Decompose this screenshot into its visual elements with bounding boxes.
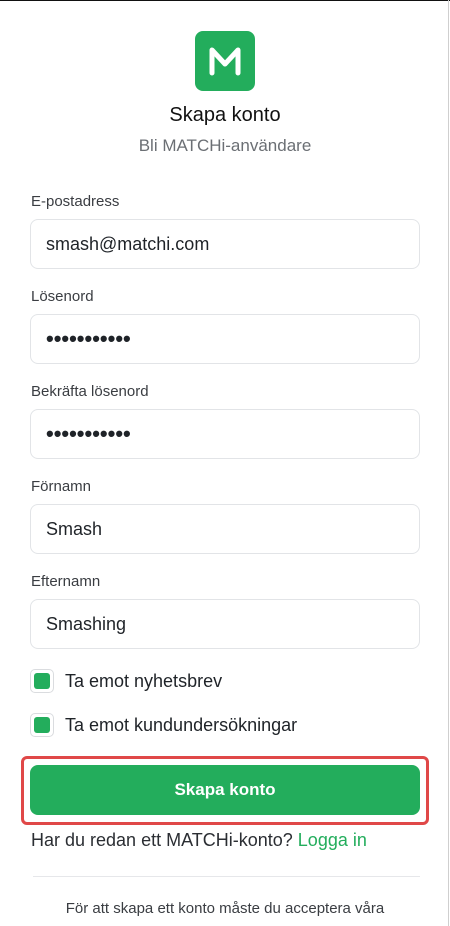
terms-text: För att skapa ett konto måste du accepte…	[65, 900, 385, 917]
page-subtitle: Bli MATCHi-användare	[138, 136, 312, 155]
create-account-button[interactable]: Skapa konto	[30, 765, 420, 815]
page-title: Skapa konto	[169, 104, 281, 126]
login-link[interactable]: Logga in	[298, 830, 367, 850]
surveys-label: Ta emot kundundersökningar	[65, 714, 298, 735]
top-border	[0, 0, 450, 1]
m-logo-icon	[209, 47, 241, 76]
email-field[interactable]: smash@matchi.com	[30, 219, 420, 269]
checkbox-checked-mark	[34, 673, 50, 689]
email-label: E-postadress	[31, 193, 120, 210]
newsletter-label: Ta emot nyhetsbrev	[65, 670, 223, 691]
first-name-field[interactable]: Smash	[30, 504, 420, 554]
confirm-password-field[interactable]: •••••••••••	[30, 409, 420, 459]
last-name-field[interactable]: Smashing	[30, 599, 420, 649]
newsletter-checkbox[interactable]	[30, 669, 54, 693]
login-prompt-text: Har du redan ett MATCHi-konto?	[31, 830, 293, 850]
newsletter-option[interactable]: Ta emot nyhetsbrev	[30, 669, 222, 693]
last-name-label: Efternamn	[31, 573, 101, 590]
password-label: Lösenord	[31, 288, 94, 305]
login-prompt: Har du redan ett MATCHi-konto? Logga in	[31, 830, 367, 851]
divider	[33, 876, 420, 877]
signup-page: Skapa konto Bli MATCHi-användare E-posta…	[0, 0, 450, 926]
surveys-option[interactable]: Ta emot kundundersökningar	[30, 713, 297, 737]
matchi-logo	[195, 31, 255, 91]
surveys-checkbox[interactable]	[30, 713, 54, 737]
password-field[interactable]: •••••••••••	[30, 314, 420, 364]
first-name-label: Förnamn	[31, 478, 92, 495]
checkbox-checked-mark	[34, 717, 50, 733]
confirm-password-label: Bekräfta lösenord	[31, 383, 149, 400]
